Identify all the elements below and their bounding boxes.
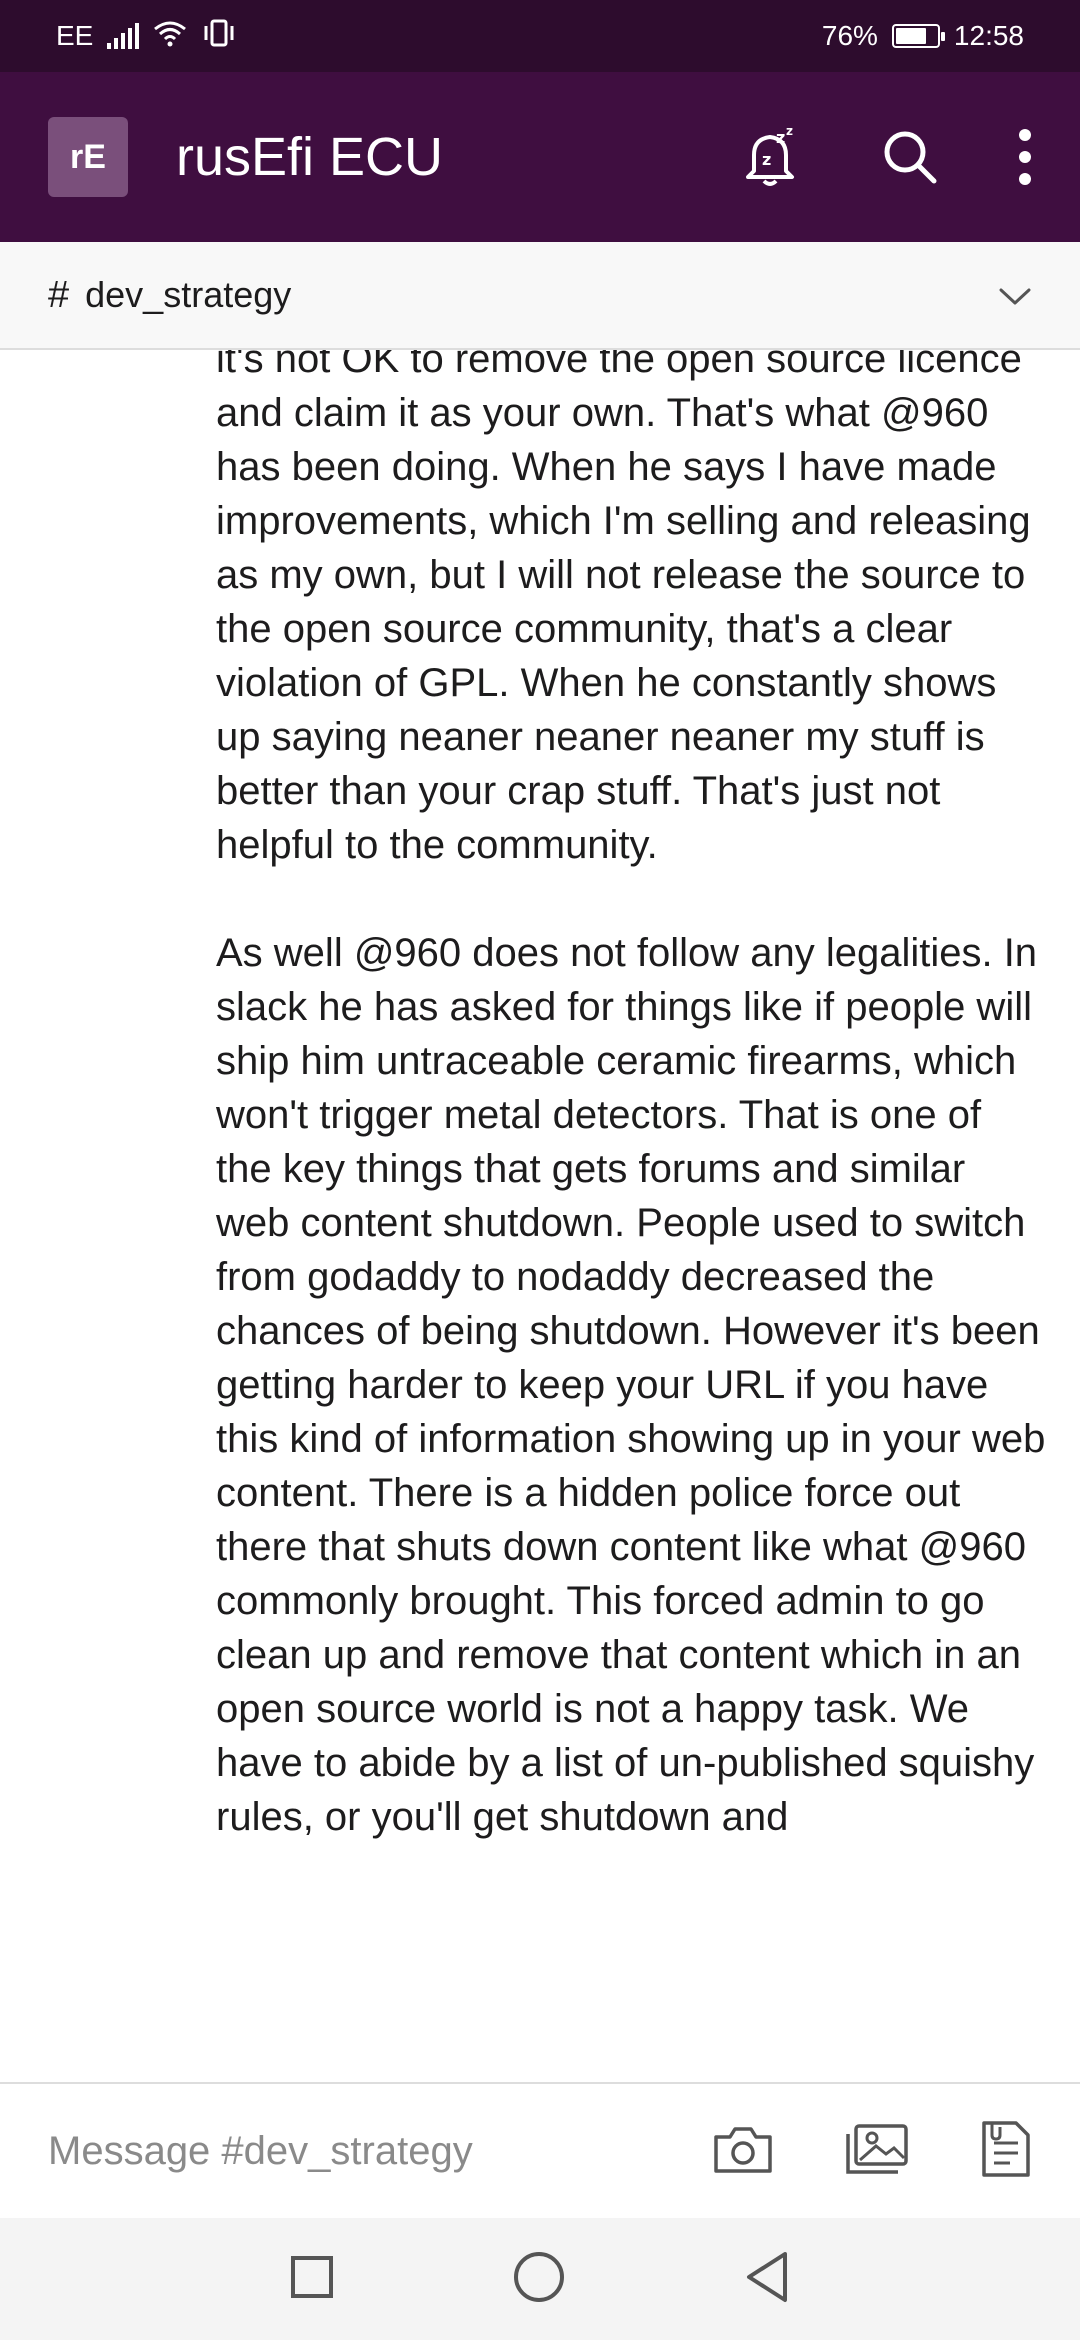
- more-vert-icon[interactable]: [1018, 127, 1032, 187]
- chevron-down-icon[interactable]: [998, 274, 1032, 316]
- battery-icon: [891, 24, 945, 48]
- clock: 12:58: [953, 20, 1024, 51]
- svg-text:z: z: [762, 150, 771, 169]
- status-left: EE: [56, 18, 237, 55]
- message-paragraph: it's not OK to remove the open source li…: [216, 350, 1031, 867]
- status-bar: EE 76% 12:58: [0, 0, 1080, 72]
- notifications-snoozed-icon[interactable]: z z z: [742, 125, 802, 189]
- composer-actions: [712, 2119, 1032, 2184]
- svg-text:z: z: [786, 125, 793, 138]
- channel-name: dev_strategy: [85, 274, 292, 315]
- carrier-label: EE: [56, 20, 94, 51]
- message-list[interactable]: it's not OK to remove the open source li…: [0, 350, 1080, 2082]
- message-body: it's not OK to remove the open source li…: [216, 350, 1046, 1898]
- back-icon[interactable]: [743, 2250, 791, 2309]
- wifi-icon: [153, 19, 187, 54]
- workspace-avatar[interactable]: rE: [48, 117, 128, 197]
- camera-icon[interactable]: [712, 2123, 774, 2180]
- system-nav-bar: [0, 2218, 1080, 2340]
- search-icon[interactable]: [880, 127, 940, 187]
- app-header: rE rusEfi ECU z z z: [0, 72, 1080, 242]
- header-actions: z z z: [742, 125, 1032, 189]
- battery-level: [895, 28, 927, 44]
- signal-icon: [107, 23, 140, 49]
- svg-text:z: z: [776, 128, 785, 147]
- message-paragraph: As well @960 does not follow any legalit…: [216, 931, 1046, 1839]
- home-icon[interactable]: [512, 2250, 566, 2309]
- file-icon[interactable]: [980, 2119, 1032, 2184]
- gallery-icon[interactable]: [844, 2122, 910, 2181]
- vibrate-icon: [201, 18, 237, 55]
- status-right: 76% 12:58: [822, 20, 1024, 52]
- message-composer: [0, 2082, 1080, 2218]
- channel-hash: #: [48, 273, 70, 316]
- channel-bar[interactable]: # dev_strategy: [0, 242, 1080, 350]
- battery-percent: 76%: [821, 20, 878, 51]
- recents-icon[interactable]: [289, 2254, 335, 2305]
- workspace-name[interactable]: rusEfi ECU: [176, 126, 742, 188]
- message-input[interactable]: [48, 2128, 712, 2174]
- workspace-initials: rE: [70, 137, 106, 176]
